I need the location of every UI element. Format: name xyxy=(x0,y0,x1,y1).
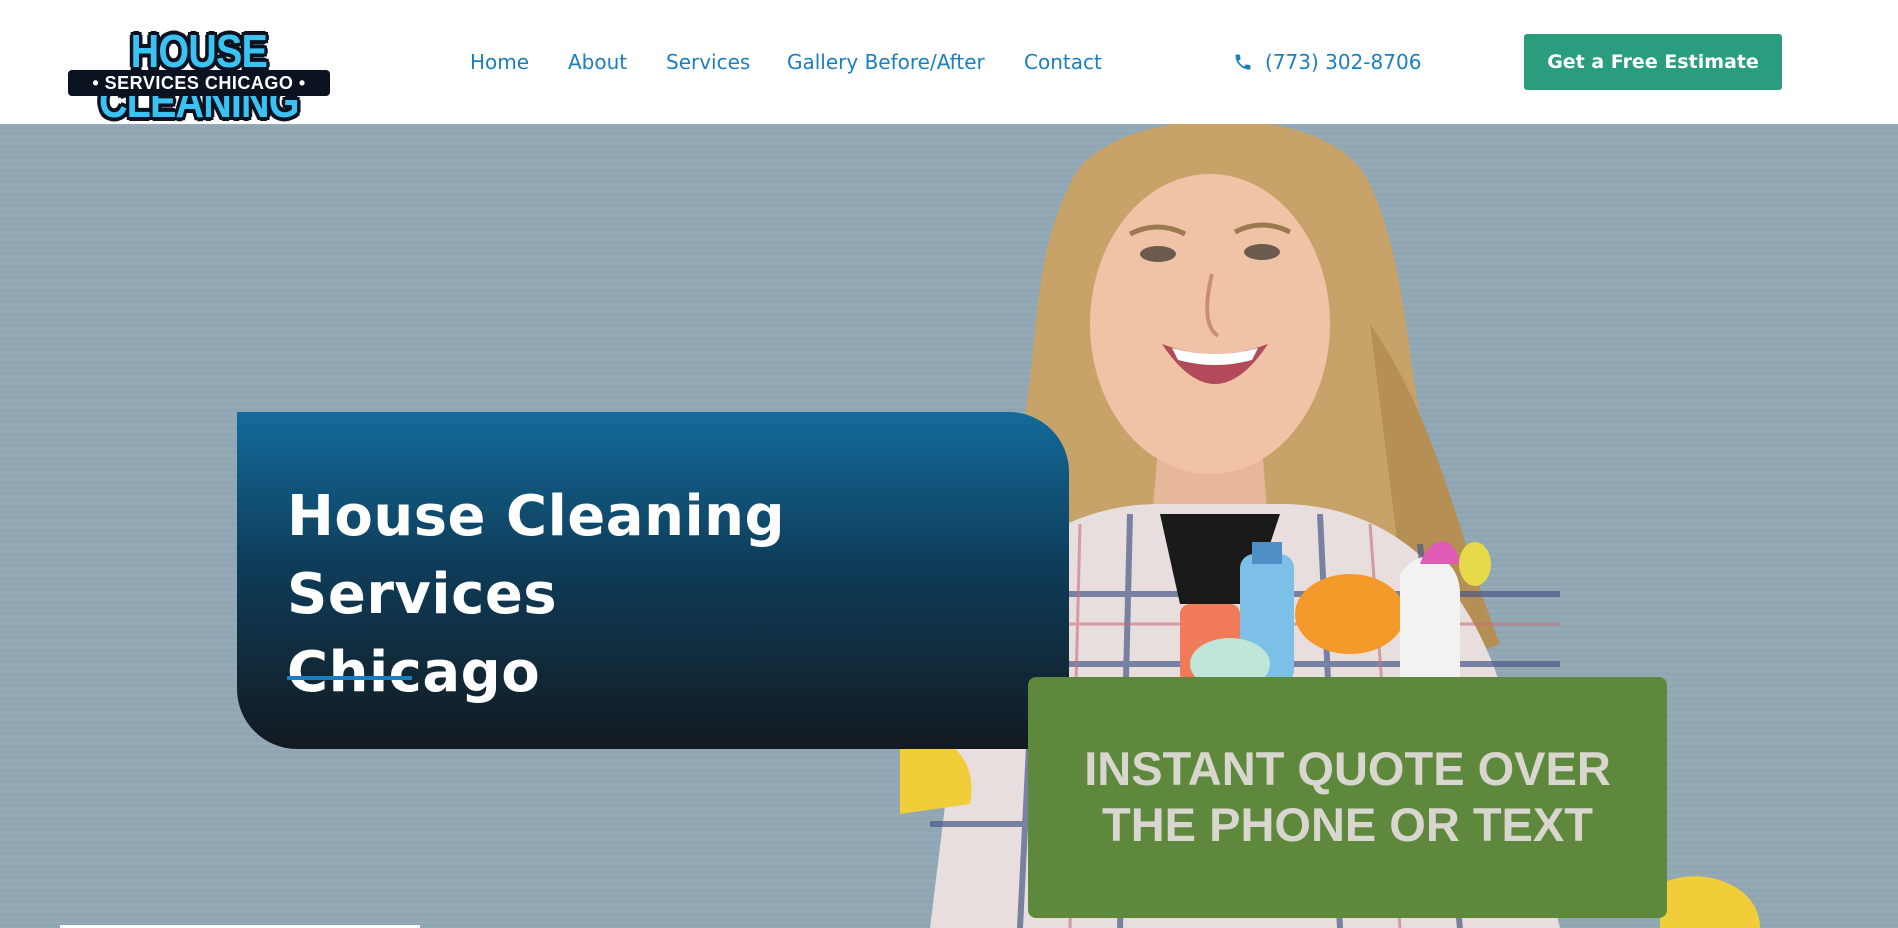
hero-title-card: House Cleaning Services Chicago xyxy=(237,412,1069,749)
quote-line2: THE PHONE OR TEXT xyxy=(1102,798,1593,851)
hero-title-line1: House Cleaning Services xyxy=(287,484,786,627)
nav-services[interactable]: Services xyxy=(666,46,750,78)
phone-link[interactable]: (773) 302-8706 xyxy=(1233,46,1421,78)
nav-gallery[interactable]: Gallery Before/After xyxy=(787,46,985,78)
phone-icon xyxy=(1235,54,1251,70)
phone-number: (773) 302-8706 xyxy=(1265,50,1422,74)
nav-contact[interactable]: Contact xyxy=(1024,46,1102,78)
instant-quote-text: INSTANT QUOTE OVER THE PHONE OR TEXT xyxy=(1028,741,1667,853)
nav-home[interactable]: Home xyxy=(470,46,529,78)
free-estimate-button[interactable]: Get a Free Estimate xyxy=(1524,34,1782,90)
hero-title-line2: Chicago xyxy=(287,640,541,705)
logo-subtitle: • SERVICES CHICAGO • xyxy=(68,70,330,96)
title-underline xyxy=(287,676,412,680)
site-header: HOUSE CLEANING • SERVICES CHICAGO • Home… xyxy=(0,0,1898,127)
instant-quote-card[interactable]: INSTANT QUOTE OVER THE PHONE OR TEXT xyxy=(1028,677,1667,918)
logo-title: HOUSE CLEANING xyxy=(98,25,300,127)
nav-about[interactable]: About xyxy=(568,46,627,78)
site-logo[interactable]: HOUSE CLEANING • SERVICES CHICAGO • xyxy=(38,25,360,127)
quote-line1: INSTANT QUOTE OVER xyxy=(1084,742,1611,795)
